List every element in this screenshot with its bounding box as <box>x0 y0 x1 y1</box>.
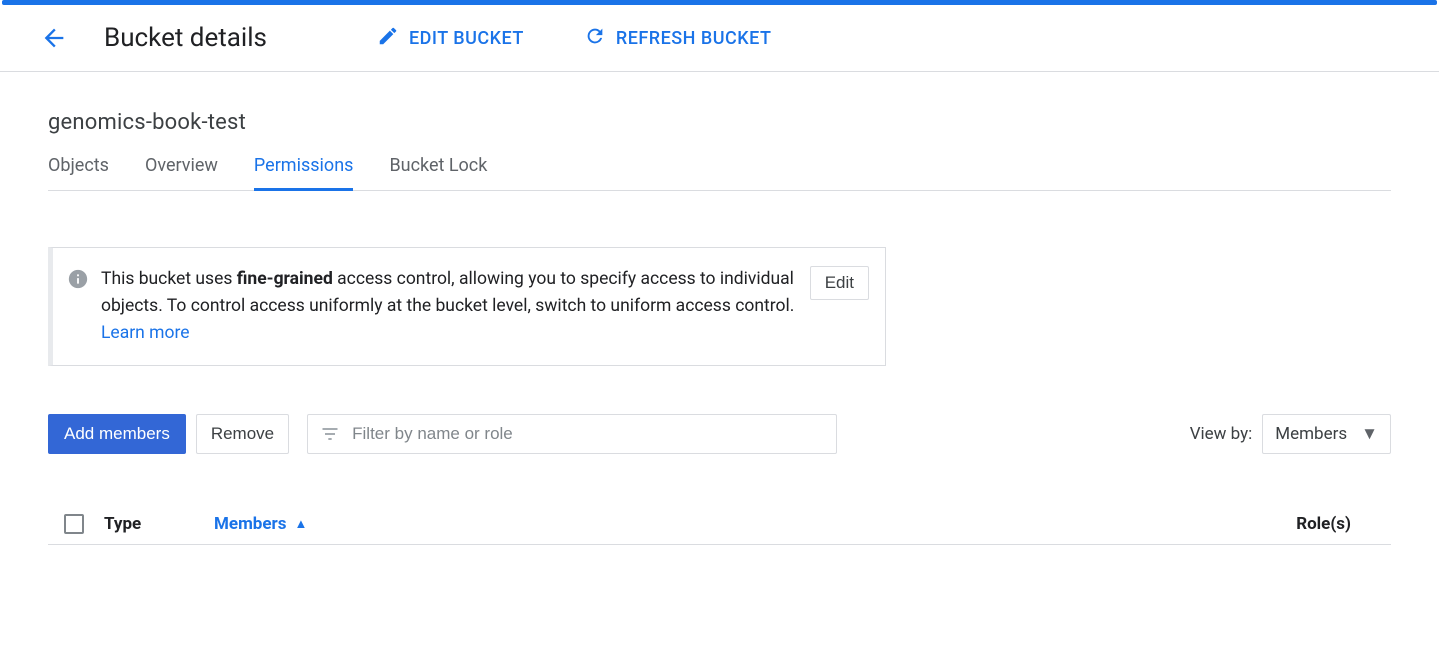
column-header-roles[interactable]: Role(s) <box>1296 514 1391 534</box>
info-bold: fine-grained <box>237 269 333 289</box>
pencil-icon <box>377 25 399 52</box>
tab-objects[interactable]: Objects <box>48 151 109 191</box>
page-header: Bucket details EDIT BUCKET REFRESH BUCKE… <box>0 5 1439 72</box>
remove-button[interactable]: Remove <box>196 414 289 454</box>
info-icon <box>67 268 89 294</box>
column-header-type[interactable]: Type <box>104 514 214 534</box>
bucket-name: genomics-book-test <box>48 110 1391 135</box>
edit-bucket-button[interactable]: EDIT BUCKET <box>377 25 524 52</box>
refresh-bucket-button[interactable]: REFRESH BUCKET <box>584 25 772 52</box>
view-by-container: View by: Members ▼ <box>1190 414 1391 454</box>
filter-container <box>307 414 837 454</box>
refresh-bucket-label: REFRESH BUCKET <box>616 28 772 49</box>
select-all-checkbox[interactable] <box>64 514 84 534</box>
info-prefix: This bucket uses <box>101 269 237 289</box>
tab-overview[interactable]: Overview <box>145 151 218 191</box>
page-title: Bucket details <box>104 23 267 53</box>
view-by-selected-value: Members <box>1275 424 1347 444</box>
back-arrow-icon[interactable] <box>40 24 68 52</box>
filter-input[interactable] <box>350 423 824 445</box>
column-header-members-label: Members <box>214 514 287 534</box>
content-area: genomics-book-test Objects Overview Perm… <box>0 72 1439 545</box>
learn-more-link[interactable]: Learn more <box>101 323 190 343</box>
tab-permissions[interactable]: Permissions <box>254 151 354 191</box>
column-header-members[interactable]: Members ▲ <box>214 514 307 534</box>
add-members-button[interactable]: Add members <box>48 414 186 454</box>
filter-icon <box>320 424 340 444</box>
tab-bucket-lock[interactable]: Bucket Lock <box>389 151 487 191</box>
refresh-icon <box>584 25 606 52</box>
sort-ascending-icon: ▲ <box>295 516 308 532</box>
view-by-select[interactable]: Members ▼ <box>1262 414 1391 454</box>
members-table-header: Type Members ▲ Role(s) <box>48 514 1391 545</box>
permissions-toolbar: Add members Remove View by: Members ▼ <box>48 414 1391 454</box>
access-control-info-box: This bucket uses fine-grained access con… <box>48 247 886 366</box>
edit-access-control-button[interactable]: Edit <box>810 266 869 300</box>
access-control-info-text: This bucket uses fine-grained access con… <box>101 266 798 347</box>
tabs: Objects Overview Permissions Bucket Lock <box>48 151 1391 191</box>
caret-down-icon: ▼ <box>1361 424 1378 444</box>
edit-bucket-label: EDIT BUCKET <box>409 28 524 49</box>
view-by-label: View by: <box>1190 424 1253 444</box>
header-actions: EDIT BUCKET REFRESH BUCKET <box>377 25 772 52</box>
